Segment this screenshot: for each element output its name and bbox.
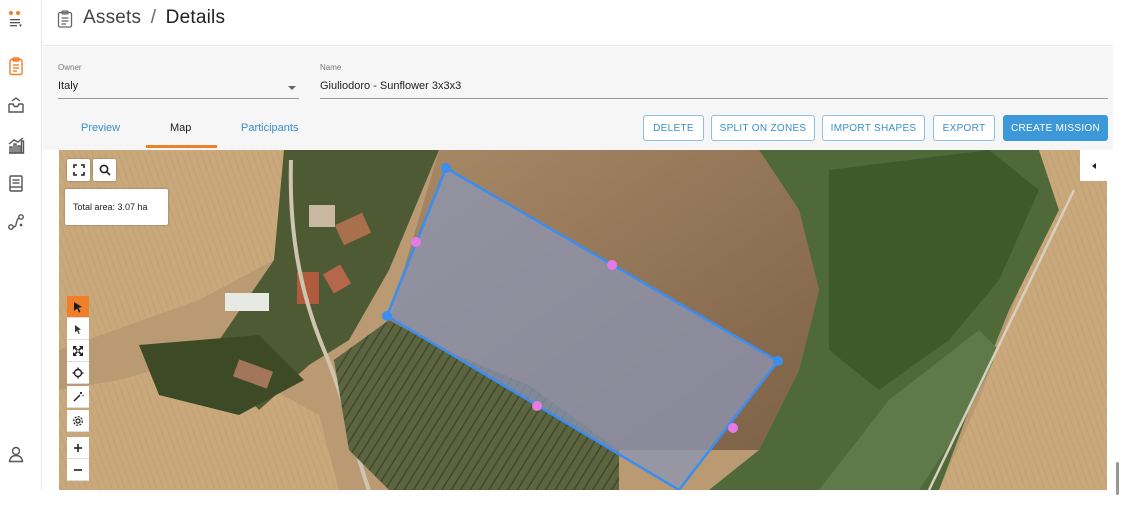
- name-underline: [320, 98, 1108, 99]
- expand-icon: [73, 345, 83, 356]
- scale-tool[interactable]: [67, 340, 89, 362]
- app-menu-icon[interactable]: [5, 8, 27, 30]
- zoom-out-icon: [74, 468, 82, 471]
- move-icon: [72, 367, 84, 378]
- name-label: Name: [320, 63, 342, 72]
- assets-clipboard-icon: [57, 10, 73, 28]
- export-button[interactable]: EXPORT: [933, 115, 995, 141]
- settings-icon: [73, 415, 83, 426]
- missions-inbox-icon[interactable]: [5, 94, 27, 116]
- analytics-chart-icon[interactable]: [5, 134, 27, 156]
- map-view[interactable]: Total area: 3.07 ha: [59, 150, 1107, 490]
- split-zones-button[interactable]: SPLIT ON ZONES: [711, 115, 815, 141]
- page-header: Assets / Details: [43, 0, 1113, 46]
- user-profile-icon[interactable]: [5, 443, 27, 465]
- polygon-vertex[interactable]: [441, 163, 451, 173]
- tab-preview[interactable]: Preview: [81, 122, 120, 134]
- chevron-left-icon: [1091, 162, 1096, 169]
- breadcrumb: Assets / Details: [83, 7, 225, 29]
- assets-clipboard-icon[interactable]: [5, 55, 27, 77]
- zoom-in-button[interactable]: [67, 437, 89, 459]
- settings-tool[interactable]: [67, 410, 89, 432]
- search-icon: [99, 164, 111, 176]
- polygon-vertex[interactable]: [382, 311, 392, 321]
- map-search-button[interactable]: [93, 159, 116, 181]
- breadcrumb-separator: /: [150, 7, 157, 28]
- delete-button[interactable]: DELETE: [643, 115, 704, 141]
- collapse-panel-button[interactable]: [1080, 150, 1107, 181]
- breadcrumb-section[interactable]: Assets: [83, 7, 141, 28]
- move-tool[interactable]: [67, 362, 89, 384]
- owner-select[interactable]: Italy: [58, 80, 78, 92]
- page-scrollbar[interactable]: [1116, 462, 1119, 495]
- reports-icon[interactable]: [5, 172, 27, 194]
- chevron-down-icon[interactable]: [288, 86, 296, 90]
- polygon-vertex[interactable]: [773, 356, 783, 366]
- create-mission-button[interactable]: CREATE MISSION: [1003, 115, 1108, 141]
- fullscreen-button[interactable]: [67, 159, 90, 181]
- import-shapes-button[interactable]: IMPORT SHAPES: [822, 115, 925, 141]
- sidebar: [0, 0, 42, 490]
- satellite-map[interactable]: [59, 150, 1107, 490]
- zoom-in-icon: [74, 443, 82, 452]
- total-area-label: Total area: 3.07 ha: [65, 189, 168, 225]
- magic-wand-tool[interactable]: [67, 386, 89, 408]
- name-field[interactable]: Giuliodoro - Sunflower 3x3x3: [320, 80, 461, 92]
- polygon-midpoint[interactable]: [607, 260, 617, 270]
- tab-participants[interactable]: Participants: [241, 122, 298, 134]
- magic-wand-icon: [73, 391, 84, 402]
- page-title: Details: [165, 7, 226, 28]
- owner-underline: [58, 98, 299, 99]
- owner-label: Owner: [58, 63, 82, 72]
- routes-icon[interactable]: [5, 211, 27, 233]
- direct-select-tool[interactable]: [67, 318, 89, 340]
- select-tool-icon: [74, 301, 82, 312]
- zoom-out-button[interactable]: [67, 459, 89, 481]
- polygon-midpoint[interactable]: [532, 401, 542, 411]
- direct-select-icon: [75, 324, 81, 334]
- fullscreen-icon: [72, 164, 85, 176]
- select-tool[interactable]: [67, 296, 89, 318]
- active-tab-indicator: [146, 145, 217, 148]
- tab-map[interactable]: Map: [170, 122, 191, 134]
- polygon-midpoint[interactable]: [728, 423, 738, 433]
- polygon-midpoint[interactable]: [411, 237, 421, 247]
